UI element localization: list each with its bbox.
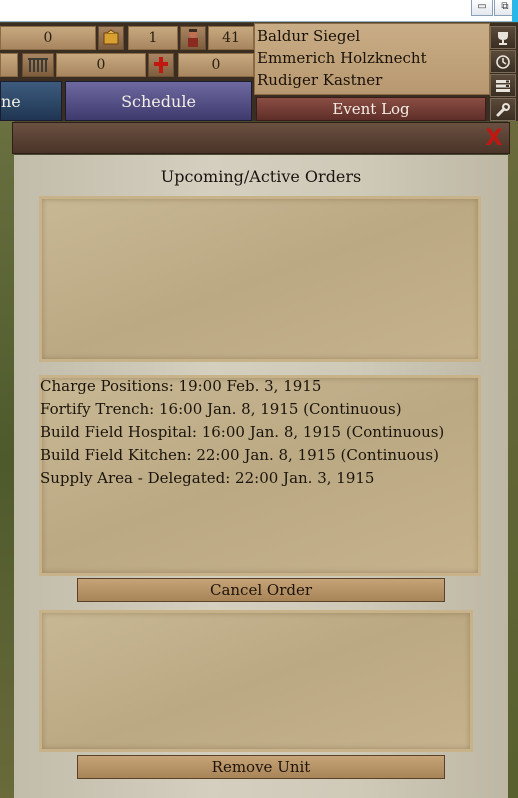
list-item[interactable]: Supply Area - Delegated: 22:00 Jan. 3, 1… [40, 469, 480, 492]
list-item[interactable]: Build Field Hospital: 16:00 Jan. 8, 1915… [40, 423, 480, 446]
resource-value-3: 41 [208, 26, 254, 50]
minimize-button[interactable]: ▭ [471, 0, 493, 16]
officer-name[interactable]: Baldur Siegel [255, 24, 489, 46]
list-item[interactable]: Fortify Trench: 16:00 Jan. 8, 1915 (Cont… [40, 400, 480, 423]
resource-value-5: 0 [178, 53, 254, 77]
supply-crate-icon [98, 26, 124, 50]
orders-list: Charge Positions: 19:00 Feb. 3, 1915 For… [40, 377, 480, 492]
close-icon[interactable]: X [484, 128, 504, 150]
officer-name[interactable]: Emmerich Holzknecht [255, 46, 489, 68]
list-icon[interactable] [490, 74, 516, 97]
trophy-icon[interactable] [490, 26, 516, 49]
units-panel [39, 610, 473, 752]
remove-unit-button[interactable]: Remove Unit [77, 755, 445, 779]
list-item[interactable]: Build Field Kitchen: 22:00 Jan. 8, 1915 … [40, 446, 480, 469]
resource-value-4: 0 [56, 53, 146, 77]
cancel-order-button[interactable]: Cancel Order [77, 578, 445, 602]
tab-partial[interactable]: ne [0, 81, 62, 121]
window-edge [512, 0, 518, 22]
wrench-icon[interactable] [490, 98, 516, 121]
list-item[interactable]: Charge Positions: 19:00 Feb. 3, 1915 [40, 377, 480, 400]
officer-list: Baldur Siegel Emmerich Holzknecht Rudige… [254, 23, 490, 95]
map-background [508, 121, 518, 798]
red-cross-icon [148, 53, 174, 77]
dialog-header [12, 122, 510, 154]
window-titlebar: ▭ ⧉ [0, 0, 518, 22]
map-background [0, 121, 14, 798]
clock-icon[interactable] [490, 50, 516, 73]
orders-map-panel [39, 196, 481, 362]
soldier-icon [180, 26, 206, 50]
resource-value-1: 0 [0, 26, 96, 50]
resource-value-2: 1 [128, 26, 178, 50]
tab-schedule[interactable]: Schedule [65, 81, 252, 121]
resource-cell-partial [0, 53, 18, 77]
dialog-title: Upcoming/Active Orders [160, 167, 362, 186]
event-log-button[interactable]: Event Log [256, 97, 486, 121]
officer-name[interactable]: Rudiger Kastner [255, 68, 489, 90]
window-controls: ▭ ⧉ [470, 0, 516, 16]
fence-icon [22, 53, 54, 77]
